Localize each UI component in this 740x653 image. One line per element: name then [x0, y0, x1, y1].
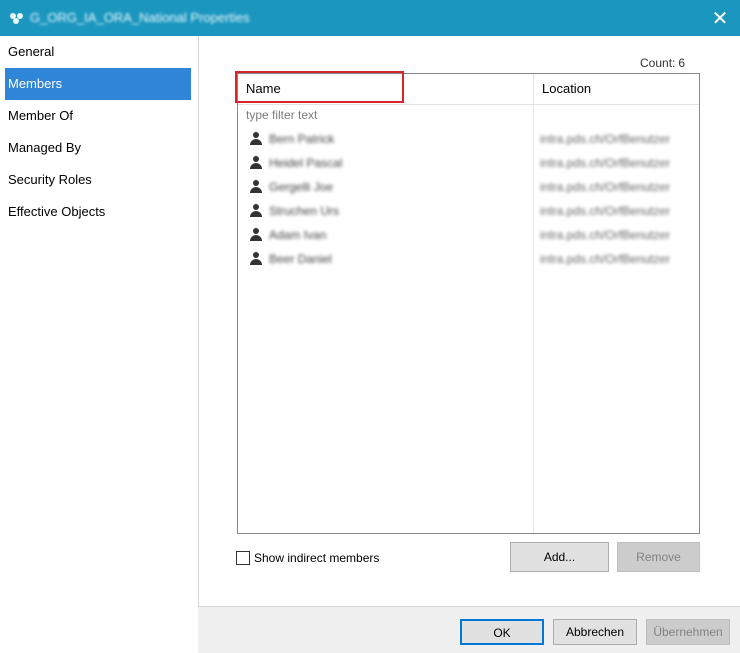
table-row[interactable]: Struchen Urs intra.pds.ch/OrfBenutzer [238, 200, 699, 224]
member-location: intra.pds.ch/OrfBenutzer [540, 156, 671, 170]
cancel-button[interactable]: Abbrechen [553, 619, 637, 645]
checkbox-box[interactable] [236, 551, 250, 565]
user-icon [250, 132, 262, 146]
table-row[interactable]: Gergelli Joe intra.pds.ch/OrfBenutzer [238, 176, 699, 200]
sidebar-item-member-of[interactable]: Member Of [5, 100, 191, 132]
user-icon [250, 180, 262, 194]
count-label: Count: [640, 56, 676, 70]
member-name: Struchen Urs [269, 204, 340, 218]
table-row[interactable]: Adam Ivan intra.pds.ch/OrfBenutzer [238, 224, 699, 248]
add-button[interactable]: Add... [510, 542, 609, 572]
window-title: G_ORG_IA_ORA_National Properties [30, 10, 250, 25]
show-indirect-checkbox[interactable]: Show indirect members [236, 549, 379, 567]
apply-button[interactable]: Übernehmen [646, 619, 730, 645]
column-header-location[interactable]: Location [533, 74, 699, 104]
sidebar-item-general[interactable]: General [5, 36, 191, 68]
ok-button[interactable]: OK [460, 619, 544, 645]
user-icon [250, 252, 262, 266]
close-button[interactable]: ✕ [700, 0, 740, 36]
member-name: Heidel Pascal [269, 156, 343, 170]
table-row[interactable]: Bern Patrick intra.pds.ch/OrfBenutzer [238, 128, 699, 152]
member-name: Beer Daniel [269, 252, 332, 266]
title-bar: G_ORG_IA_ORA_National Properties ✕ [0, 0, 740, 36]
filter-input[interactable] [246, 105, 526, 125]
show-indirect-label: Show indirect members [254, 551, 380, 565]
member-location: intra.pds.ch/OrfBenutzer [540, 204, 671, 218]
highlight-box [235, 71, 404, 103]
sidebar-item-security-roles[interactable]: Security Roles [5, 164, 191, 196]
remove-button[interactable]: Remove [617, 542, 700, 572]
user-icon [250, 156, 262, 170]
member-name: Bern Patrick [269, 132, 335, 146]
close-icon: ✕ [711, 7, 729, 30]
member-location: intra.pds.ch/OrfBenutzer [540, 132, 671, 146]
member-count: Count: 6 [640, 56, 685, 70]
member-location: intra.pds.ch/OrfBenutzer [540, 180, 671, 194]
count-value: 6 [678, 56, 686, 70]
table-row[interactable]: Heidel Pascal intra.pds.ch/OrfBenutzer [238, 152, 699, 176]
sidebar: General Members Member Of Managed By Sec… [0, 36, 198, 609]
group-icon [10, 11, 26, 25]
member-location: intra.pds.ch/OrfBenutzer [540, 228, 671, 242]
table-row[interactable]: Beer Daniel intra.pds.ch/OrfBenutzer [238, 248, 699, 272]
member-location: intra.pds.ch/OrfBenutzer [540, 252, 671, 266]
member-name: Adam Ivan [269, 228, 327, 242]
sidebar-item-managed-by[interactable]: Managed By [5, 132, 191, 164]
user-icon [250, 228, 262, 242]
members-list[interactable]: Name Location Bern Patrick intra.pds.ch/… [237, 73, 700, 534]
member-name: Gergelli Joe [269, 180, 334, 194]
sidebar-item-members[interactable]: Members [5, 68, 191, 100]
user-icon [250, 204, 262, 218]
sidebar-item-effective-objects[interactable]: Effective Objects [5, 196, 191, 228]
